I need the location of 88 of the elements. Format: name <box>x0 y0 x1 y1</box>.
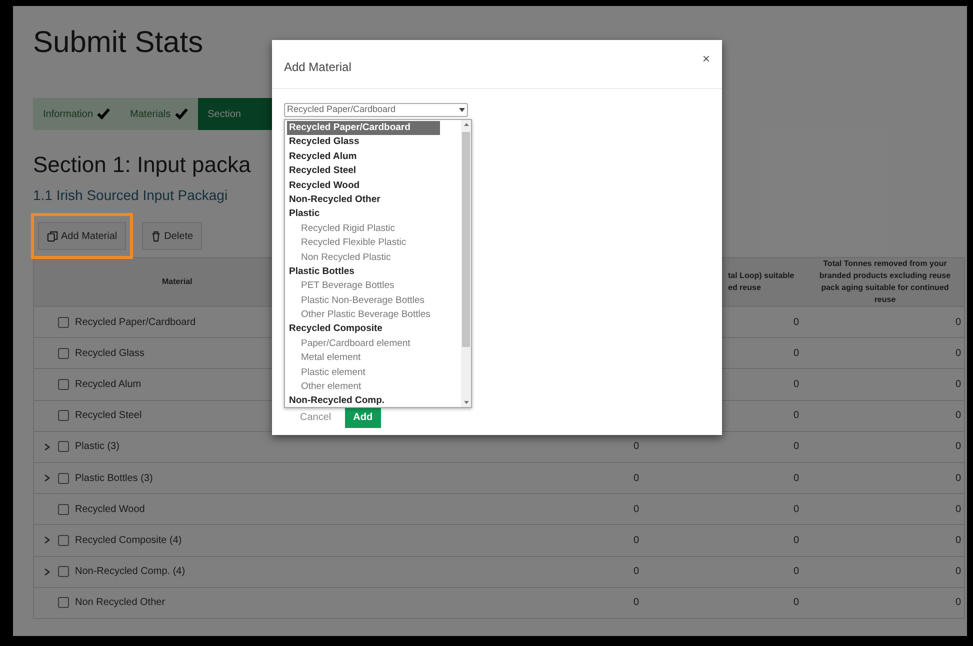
dropdown-option[interactable]: Recycled Glass <box>287 135 362 150</box>
row-checkbox[interactable] <box>58 566 69 578</box>
material-name: Recycled Wood <box>75 502 145 517</box>
cancel-button[interactable]: Cancel <box>292 406 340 428</box>
section-heading: Section 1: Input packa <box>33 151 251 179</box>
material-name: Recycled Glass <box>75 346 144 361</box>
row-checkbox[interactable] <box>58 472 69 484</box>
column-header: Material <box>162 276 192 288</box>
dropdown-option[interactable]: Metal element <box>287 351 363 366</box>
dropdown-option[interactable]: Recycled Wood <box>287 178 362 193</box>
table-cell-text: 0 <box>633 565 639 580</box>
table-cell-text: 0 <box>955 346 961 361</box>
material-name: Recycled Steel <box>75 409 142 424</box>
table-cell-text: 0 <box>633 534 639 548</box>
table-cell-text: 0 <box>633 502 639 517</box>
table-cell-text: 0 <box>793 316 799 330</box>
dropdown-option[interactable]: Non Recycled Plastic <box>287 250 393 265</box>
row-checkbox[interactable] <box>58 504 69 515</box>
row-checkbox[interactable] <box>58 316 69 328</box>
column-header: Total Tonnes removed from your branded products excluding reuse pack aging suitable for continued reuse <box>818 258 952 306</box>
dropdown-option[interactable]: Recycled Alum <box>287 150 359 164</box>
table-cell-text: 0 <box>955 440 961 454</box>
scroll-down-arrow-icon[interactable] <box>464 401 468 404</box>
table-cell-text: 0 <box>955 409 961 424</box>
copy-icon <box>47 230 58 242</box>
row-checkbox[interactable] <box>58 597 69 608</box>
dropdown-option[interactable]: Plastic element <box>287 366 368 380</box>
material-name: Non Recycled Other <box>75 596 166 610</box>
table-cell-text: 0 <box>793 565 799 580</box>
dropdown-option[interactable]: Non-Recycled Comp. <box>287 394 387 409</box>
dropdown-option[interactable]: Plastic Non-Beverage Bottles <box>287 294 427 308</box>
dropdown-option[interactable]: Recycled Composite <box>287 322 384 337</box>
material-name: Non-Recycled Comp. (4) <box>75 565 186 580</box>
table-cell-text: 0 <box>793 378 799 392</box>
scrollbar-thumb[interactable] <box>462 132 470 347</box>
table-cell-text: 0 <box>955 378 961 392</box>
table-cell-text: 0 <box>955 472 961 486</box>
step-tab[interactable]: Information <box>33 98 120 130</box>
table-cell-text: 0 <box>793 346 799 361</box>
add-button[interactable]: Add <box>345 406 381 428</box>
table-cell-text: 0 <box>955 565 961 580</box>
material-name: Plastic (3) <box>75 440 120 454</box>
row-checkbox[interactable] <box>58 348 69 359</box>
add-material-button[interactable]: Add Material <box>38 222 126 250</box>
scroll-up-arrow-icon[interactable] <box>464 123 468 126</box>
table-cell-text: 0 <box>793 534 799 548</box>
row-checkbox[interactable] <box>58 410 69 422</box>
table-cell-text: 0 <box>955 534 961 548</box>
dropdown-option[interactable]: Recycled Rigid Plastic <box>287 222 397 236</box>
table-cell-text: 0 <box>633 596 639 610</box>
dropdown-option[interactable]: Recycled Flexible Plastic <box>287 236 408 251</box>
dropdown-option[interactable]: Recycled Steel <box>287 164 358 179</box>
material-name: Recycled Alum <box>75 378 142 392</box>
table-cell-text: 0 <box>793 409 799 424</box>
column-header: tal Loop) suitable ed reuse <box>728 270 796 294</box>
dropdown-option[interactable]: Plastic Bottles <box>287 264 356 280</box>
caret-icon <box>459 108 465 112</box>
dialog-title: Add Material <box>284 59 352 76</box>
table-cell-text: 0 <box>793 472 799 486</box>
dropdown-option[interactable]: Paper/Cardboard element <box>287 336 412 352</box>
table-cell-text: 0 <box>793 596 799 610</box>
table-cell-text: 0 <box>955 316 961 330</box>
dropdown-option[interactable]: Recycled Paper/Cardboard <box>287 121 440 136</box>
row-checkbox[interactable] <box>58 378 69 390</box>
material-name: Recycled Paper/Cardboard <box>75 316 196 330</box>
subsection-heading: 1.1 Irish Sourced Input Packagi <box>33 186 228 205</box>
dropdown-option[interactable]: PET Beverage Bottles <box>287 279 396 294</box>
table-cell-text: 0 <box>955 596 961 610</box>
table-cell-text: 0 <box>633 472 639 486</box>
table-cell-text: 0 <box>633 440 639 454</box>
material-name: Recycled Composite (4) <box>75 534 182 548</box>
dropdown-option[interactable]: Non-Recycled Other <box>287 192 382 208</box>
row-checkbox[interactable] <box>58 534 69 546</box>
dropdown-option[interactable]: Plastic <box>287 207 322 222</box>
table-cell-text: 0 <box>955 502 961 517</box>
table-cell-text: 0 <box>793 502 799 517</box>
dropdown-option[interactable]: Other element <box>287 380 364 394</box>
step-tab[interactable]: Materials <box>120 98 198 130</box>
scrollbar[interactable] <box>461 120 471 407</box>
trash-icon <box>151 230 162 242</box>
table-cell-text: 0 <box>793 440 799 454</box>
delete-button[interactable]: Delete <box>142 222 202 250</box>
material-select[interactable]: Recycled Paper/Cardboard <box>284 103 468 117</box>
dropdown-option[interactable]: Other Plastic Beverage Bottles <box>287 308 432 322</box>
material-name: Plastic Bottles (3) <box>75 472 153 486</box>
page-title: Submit Stats <box>33 28 204 58</box>
close-button[interactable]: × <box>702 49 710 69</box>
row-checkbox[interactable] <box>58 441 69 452</box>
